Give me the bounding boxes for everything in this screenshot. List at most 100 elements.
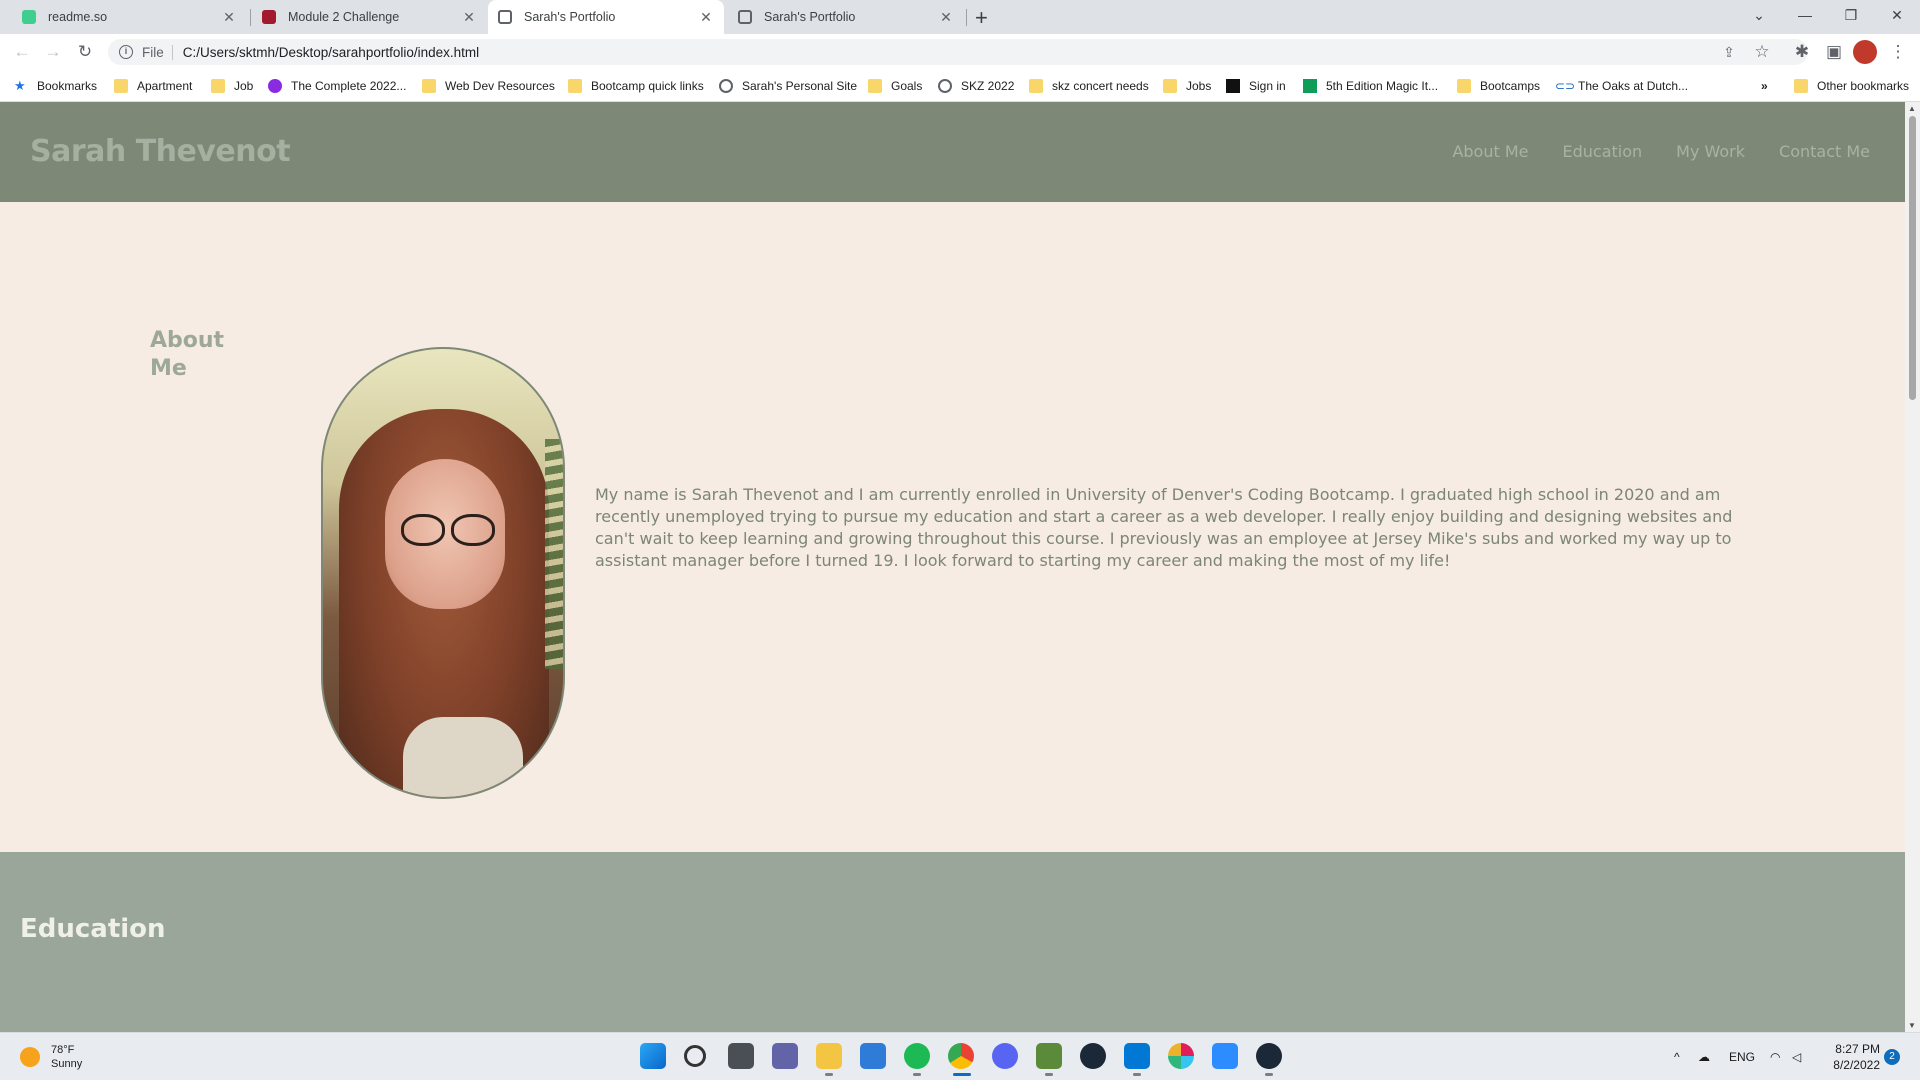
- nav-link-work[interactable]: My Work: [1676, 142, 1745, 161]
- site-header: Sarah Thevenot About Me Education My Wor…: [0, 102, 1905, 202]
- extensions-icon[interactable]: ✱: [1790, 41, 1814, 63]
- back-button[interactable]: ←: [10, 41, 34, 63]
- bookmark-folder[interactable]: Apartment: [114, 77, 192, 95]
- profile-avatar[interactable]: [1853, 40, 1877, 64]
- bookmark-folder[interactable]: Goals: [868, 77, 922, 95]
- nav-link-about[interactable]: About Me: [1452, 142, 1528, 161]
- running-indicator: [1265, 1073, 1273, 1076]
- bookmark-item[interactable]: Sarah's Personal Site: [719, 77, 857, 95]
- bookmark-item[interactable]: SKZ 2022: [938, 77, 1014, 95]
- close-icon[interactable]: ✕: [698, 9, 714, 26]
- page-scrollbar[interactable]: ▲ ▼: [1905, 102, 1920, 1032]
- about-paragraph: My name is Sarah Thevenot and I am curre…: [595, 485, 1733, 570]
- page-viewport: Sarah Thevenot About Me Education My Wor…: [0, 102, 1905, 1032]
- folder-icon: [1029, 79, 1043, 93]
- vscode-icon[interactable]: [1124, 1043, 1150, 1069]
- menu-kebab-icon[interactable]: ⋮: [1886, 41, 1910, 63]
- tab-title: Module 2 Challenge: [288, 10, 400, 24]
- steam-icon[interactable]: [1256, 1043, 1282, 1069]
- tab-search-icon[interactable]: ⌄: [1736, 0, 1782, 30]
- bookmark-label: SKZ 2022: [961, 79, 1015, 93]
- volume-icon[interactable]: ◁: [1792, 1033, 1801, 1080]
- bookmark-folder[interactable]: Bootcamp quick links: [568, 77, 704, 95]
- bookmark-label: Bootcamps: [1480, 79, 1541, 93]
- weather-widget[interactable]: 78°F Sunny: [20, 1043, 82, 1071]
- window-close-button[interactable]: ✕: [1874, 0, 1920, 30]
- share-icon[interactable]: ⇪: [1717, 41, 1741, 63]
- task-view-icon[interactable]: [728, 1043, 754, 1069]
- running-indicator: [913, 1073, 921, 1076]
- close-icon[interactable]: ✕: [221, 9, 237, 26]
- minecraft-icon[interactable]: [1036, 1043, 1062, 1069]
- bookmark-folder[interactable]: skz concert needs: [1029, 77, 1149, 95]
- bookmark-item[interactable]: ★ Bookmarks: [14, 77, 97, 95]
- language-indicator[interactable]: ENG: [1729, 1033, 1755, 1080]
- bookmark-label: 5th Edition Magic It...: [1326, 79, 1439, 93]
- onedrive-icon[interactable]: ☁: [1698, 1033, 1710, 1080]
- side-panel-icon[interactable]: ▣: [1822, 41, 1846, 63]
- bookmark-item[interactable]: 5th Edition Magic It...: [1303, 77, 1438, 95]
- tab-module-2[interactable]: Module 2 Challenge ✕: [252, 0, 487, 34]
- bookmark-item[interactable]: The Complete 2022...: [268, 77, 406, 95]
- chrome-icon[interactable]: [948, 1043, 974, 1069]
- bookmark-item[interactable]: Sign in: [1226, 77, 1286, 95]
- site-info-icon[interactable]: i: [119, 45, 133, 59]
- bookmark-item[interactable]: ⊂⊃ The Oaks at Dutch...: [1555, 77, 1688, 95]
- nav-link-contact[interactable]: Contact Me: [1779, 142, 1870, 161]
- minimize-button[interactable]: —: [1782, 0, 1828, 30]
- tab-portfolio[interactable]: Sarah's Portfolio ✕: [728, 0, 964, 34]
- globe-icon: [498, 10, 512, 24]
- address-bar[interactable]: i File C:/Users/sktmh/Desktop/sarahportf…: [108, 39, 1808, 65]
- folder-icon: [422, 79, 436, 93]
- new-tab-button[interactable]: +: [975, 5, 988, 31]
- slack-icon[interactable]: [1168, 1043, 1194, 1069]
- tab-readme[interactable]: readme.so ✕: [12, 0, 247, 34]
- sheets-icon: [1303, 79, 1317, 93]
- bookmark-label: Goals: [891, 79, 923, 93]
- reload-button[interactable]: ↻: [73, 41, 97, 63]
- bookmark-folder[interactable]: Jobs: [1163, 77, 1211, 95]
- tab-title: Sarah's Portfolio: [524, 10, 616, 24]
- zoom-icon[interactable]: [1212, 1043, 1238, 1069]
- bookmark-folder[interactable]: Web Dev Resources: [422, 77, 555, 95]
- bookmarks-overflow-button[interactable]: »: [1761, 77, 1768, 95]
- tab-title: readme.so: [48, 10, 108, 24]
- address-url[interactable]: C:/Users/sktmh/Desktop/sarahportfolio/in…: [171, 44, 479, 60]
- close-icon[interactable]: ✕: [461, 9, 477, 26]
- scroll-down-icon[interactable]: ▼: [1908, 1021, 1916, 1030]
- running-indicator: [1045, 1073, 1053, 1076]
- bookmark-folder[interactable]: Bootcamps: [1457, 77, 1540, 95]
- scroll-up-icon[interactable]: ▲: [1908, 104, 1916, 113]
- folder-icon: [1457, 79, 1471, 93]
- folder-icon: [1163, 79, 1177, 93]
- steam-icon[interactable]: [1080, 1043, 1106, 1069]
- nav-link-education[interactable]: Education: [1562, 142, 1642, 161]
- close-icon[interactable]: ✕: [938, 9, 954, 26]
- bookmark-folder[interactable]: Job: [211, 77, 253, 95]
- file-explorer-icon[interactable]: [816, 1043, 842, 1069]
- folder-icon: [114, 79, 128, 93]
- bookmark-star-icon[interactable]: ☆: [1750, 41, 1774, 63]
- tab-portfolio-active[interactable]: Sarah's Portfolio ✕: [488, 0, 724, 34]
- tab-strip: readme.so ✕ Module 2 Challenge ✕ Sarah's…: [0, 0, 1920, 34]
- forward-button[interactable]: →: [41, 41, 65, 63]
- wifi-icon[interactable]: ◠: [1770, 1033, 1780, 1080]
- photo-shirt: [403, 717, 523, 797]
- active-indicator: [953, 1073, 971, 1076]
- bookmark-label: The Oaks at Dutch...: [1578, 79, 1689, 93]
- search-icon[interactable]: [684, 1045, 706, 1067]
- store-icon[interactable]: [860, 1043, 886, 1069]
- restore-button[interactable]: ❐: [1828, 0, 1874, 30]
- bookmark-label: Apartment: [137, 79, 193, 93]
- tray-overflow-icon[interactable]: ^: [1674, 1033, 1680, 1080]
- teams-chat-icon[interactable]: [772, 1043, 798, 1069]
- windows-start-icon[interactable]: [640, 1043, 666, 1069]
- discord-icon[interactable]: [992, 1043, 1018, 1069]
- taskbar-clock[interactable]: 8:27 PM 8/2/2022: [1820, 1041, 1880, 1073]
- other-bookmarks-folder[interactable]: Other bookmarks: [1794, 77, 1909, 95]
- photo-plant: [545, 439, 563, 669]
- spotify-icon[interactable]: [904, 1043, 930, 1069]
- scrollbar-thumb[interactable]: [1909, 116, 1916, 400]
- notification-badge[interactable]: 2: [1884, 1049, 1900, 1065]
- photo-glasses-left: [401, 514, 445, 546]
